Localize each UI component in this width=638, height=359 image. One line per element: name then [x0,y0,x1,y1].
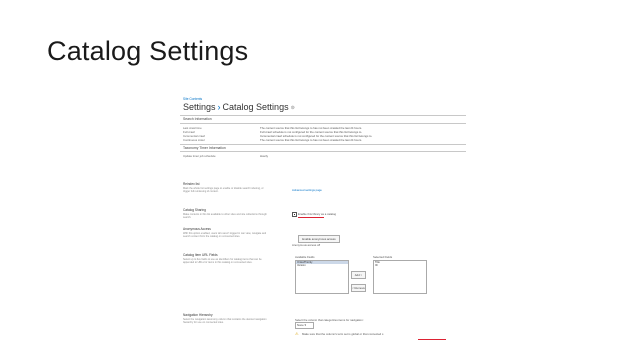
remove-field-button[interactable]: < Remove [351,284,366,292]
slide-title: Catalog Settings [47,36,249,66]
taxonomy-row-value: Hourly [260,154,269,158]
divider [180,115,466,116]
url-fields-title: Catalog Item URL Fields [183,253,218,257]
taxonomy-row-label: Update timer job schedule [183,154,216,158]
breadcrumb-settings-link[interactable]: Settings [183,102,216,112]
enable-catalog-label: Enable this library as a catalog [298,212,337,216]
anon-status: Anonymous access off [292,243,321,247]
divider [180,151,466,152]
divider [180,144,466,145]
selected-fields-list[interactable]: Title ID [373,260,427,294]
list-item[interactable]: ID [374,264,426,267]
warning-icon: ⚠ [295,331,299,336]
sharing-desc: Make contents in this list available to … [183,213,267,220]
sharing-title: Catalog Sharing [183,208,206,212]
anon-title: Anonymous Access [183,227,211,231]
reindex-desc: Mark the whole list settings page to ena… [183,187,264,194]
nav-column-select[interactable]: None ▾ [295,322,314,329]
nav-warning-text: Make sure that the column's term set is … [302,332,384,336]
breadcrumb-parent-link[interactable]: Site Contents [183,97,202,101]
available-fields-list[interactable]: Order/Priority Version [295,260,349,294]
url-fields-desc: Select up to five fields to use as ident… [183,258,262,265]
list-item[interactable]: Version [296,264,348,267]
add-field-button[interactable]: Add > [351,271,366,279]
nav-hierarchy-desc: Select the navigation taxonomy column th… [183,318,267,325]
available-fields-label: Available Fields [295,255,315,259]
nav-select-value: None [297,323,304,327]
anon-desc: With this option enabled, users who aren… [183,232,267,239]
advanced-settings-link[interactable]: Advanced settings page [292,188,322,192]
reindex-title: Reindex list [183,182,200,186]
divider [180,123,466,124]
search-row-label: Continuous crawl [183,138,205,142]
breadcrumb-separator: › [217,102,221,112]
breadcrumb-current: Catalog Settings [222,102,289,112]
enable-anonymous-button[interactable]: Enable anonymous access [298,235,340,243]
info-icon: ⊚ [290,104,295,111]
annotation-underline [418,339,446,340]
page-title: Settings › Catalog Settings ⊚ [183,102,295,112]
search-row-value: The content source that this list belong… [260,138,362,142]
taxonomy-title: Taxonomy Timer Information [183,146,226,150]
annotation-underline [298,217,324,218]
enable-catalog-checkbox[interactable] [292,212,297,217]
search-info-title: Search Information [183,117,212,121]
screenshot-panel: Site Contents Settings › Catalog Settings ⊚… [180,95,466,359]
selected-fields-label: Selected Fields [373,255,393,259]
nav-hierarchy-title: Navigation Hierarchy [183,313,213,317]
